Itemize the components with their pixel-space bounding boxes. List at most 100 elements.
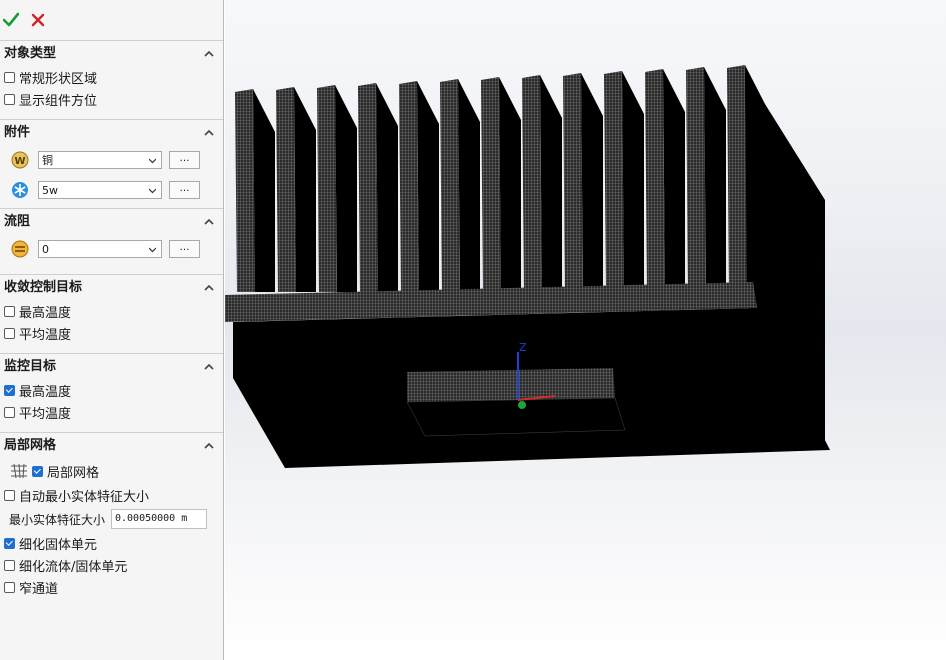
section-flow-resistance: 流阻 0 … [0, 208, 223, 274]
chevron-down-icon [149, 188, 156, 194]
local-mesh-checkbox[interactable] [32, 465, 43, 477]
heat-source-block [406, 397, 626, 437]
chevron-up-icon[interactable] [204, 362, 214, 372]
fin-mesh-face [317, 85, 337, 292]
mon-max-temp-label: 最高温度 [19, 384, 72, 400]
refine-fluid-solid-row[interactable]: 细化流体/固体单元 [0, 554, 223, 576]
auto-min-feature-label: 自动最小实体特征大小 [19, 489, 150, 505]
auto-min-feature-row[interactable]: 自动最小实体特征大小 [0, 484, 223, 506]
section-title: 流阻 [4, 214, 31, 229]
heat-source-row: 5w … [0, 175, 223, 205]
conv-avg-temp-label: 平均温度 [19, 327, 72, 343]
flow-resistance-browse-button[interactable]: … [169, 240, 200, 258]
section-monitor-goals: 监控目标 最高温度 平均温度 [0, 353, 223, 432]
fin-mesh-face [522, 75, 542, 292]
panel-toolbar [0, 0, 223, 40]
flow-resistance-select[interactable]: 0 [38, 240, 162, 258]
fin-mesh-face [481, 77, 501, 292]
show-orientation-label: 显示组件方位 [19, 93, 98, 109]
fin-mesh-face [276, 87, 296, 292]
fin-side-face [540, 75, 562, 292]
cancel-x-icon[interactable] [30, 11, 46, 29]
show-orientation-checkbox[interactable] [4, 93, 15, 105]
section-object-type: 对象类型 常规形状区域 显示组件方位 [0, 40, 223, 119]
section-convergence-goals: 收敛控制目标 最高温度 平均温度 [0, 274, 223, 353]
fin-side-face [253, 89, 275, 292]
chevron-up-icon[interactable] [204, 441, 214, 451]
narrow-channel-row[interactable]: 窄通道 [0, 576, 223, 598]
flow-resistance-row: 0 … [0, 234, 223, 264]
min-feature-label: 最小实体特征大小 [9, 512, 106, 527]
refine-fluid-solid-label: 细化流体/固体单元 [19, 559, 128, 575]
narrow-channel-label: 窄通道 [19, 581, 59, 597]
ok-check-icon[interactable] [3, 11, 19, 29]
fin-side-face [581, 73, 603, 292]
mesh-grid-icon [11, 463, 27, 479]
refine-solid-label: 细化固体单元 [19, 537, 98, 553]
refine-solid-checkbox[interactable] [4, 537, 15, 549]
material-icon: W [11, 151, 29, 169]
y-axis-dot [518, 401, 526, 409]
fin-mesh-face [686, 67, 706, 292]
section-title: 对象类型 [4, 46, 57, 61]
regular-region-checkbox[interactable] [4, 71, 15, 83]
section-title: 附件 [4, 125, 31, 140]
heat-source-browse-button[interactable]: … [169, 181, 200, 199]
mon-avg-temp-checkbox[interactable] [4, 406, 15, 418]
fin-mesh-face [235, 89, 255, 292]
fin-side-face [704, 67, 726, 292]
material-row: W 铜 … [0, 145, 223, 175]
auto-min-feature-checkbox[interactable] [4, 489, 15, 501]
section-title: 监控目标 [4, 359, 57, 374]
fin-mesh-face [604, 71, 624, 292]
conv-avg-temp-checkbox[interactable] [4, 327, 15, 339]
mon-avg-temp-label: 平均温度 [19, 406, 72, 422]
chevron-up-icon[interactable] [204, 217, 214, 227]
min-feature-row: 最小实体特征大小 0.00050000 m [0, 506, 223, 532]
regular-region-label: 常规形状区域 [19, 71, 98, 87]
narrow-channel-checkbox[interactable] [4, 581, 15, 593]
chevron-up-icon[interactable] [204, 49, 214, 59]
mon-max-temp-row[interactable]: 最高温度 [0, 379, 223, 401]
conv-avg-temp-row[interactable]: 平均温度 [0, 322, 223, 344]
chevron-down-icon [149, 247, 156, 253]
material-select[interactable]: 铜 [38, 151, 162, 169]
local-mesh-row[interactable]: 局部网格 [0, 458, 223, 484]
fin-side-face [376, 83, 398, 292]
snowflake-icon [12, 182, 28, 198]
fin-side-face [335, 85, 357, 292]
section-local-mesh: 局部网格 局部网格 自动最小实体特征大小 最小实体特征大小 0.00050000… [0, 432, 223, 598]
fin-side-face [499, 77, 521, 292]
fin-side-face [458, 79, 480, 292]
fin-side-face [294, 87, 316, 292]
mon-avg-temp-row[interactable]: 平均温度 [0, 401, 223, 423]
local-mesh-label: 局部网格 [47, 465, 100, 481]
graphics-viewport[interactable]: Z [225, 0, 946, 660]
fin-mesh-face [645, 69, 665, 292]
heat-source-mesh [407, 368, 615, 402]
conv-max-temp-row[interactable]: 最高温度 [0, 300, 223, 322]
fin-side-face [417, 81, 439, 292]
fin-mesh-face [563, 73, 583, 292]
z-axis-label: Z [519, 341, 527, 354]
fin-side-face [745, 65, 767, 292]
fin-side-face [663, 69, 685, 292]
refine-solid-row[interactable]: 细化固体单元 [0, 532, 223, 554]
show-orientation-row[interactable]: 显示组件方位 [0, 88, 223, 110]
min-feature-input[interactable]: 0.00050000 m [111, 509, 207, 529]
mon-max-temp-checkbox[interactable] [4, 384, 15, 396]
chevron-down-icon [149, 158, 156, 164]
section-title: 局部网格 [4, 438, 57, 453]
regular-region-row[interactable]: 常规形状区域 [0, 66, 223, 88]
conv-max-temp-checkbox[interactable] [4, 305, 15, 317]
chevron-up-icon[interactable] [204, 283, 214, 293]
heatsink-mesh-model[interactable]: Z [225, 0, 946, 660]
material-browse-button[interactable]: … [169, 151, 200, 169]
refine-fluid-solid-checkbox[interactable] [4, 559, 15, 571]
fin-side-face [622, 71, 644, 292]
section-attachments: 附件 W 铜 … 5w … [0, 119, 223, 208]
flow-resistance-icon [11, 240, 29, 258]
svg-text:W: W [14, 156, 25, 167]
heat-source-select[interactable]: 5w [38, 181, 162, 199]
chevron-up-icon[interactable] [204, 128, 214, 138]
